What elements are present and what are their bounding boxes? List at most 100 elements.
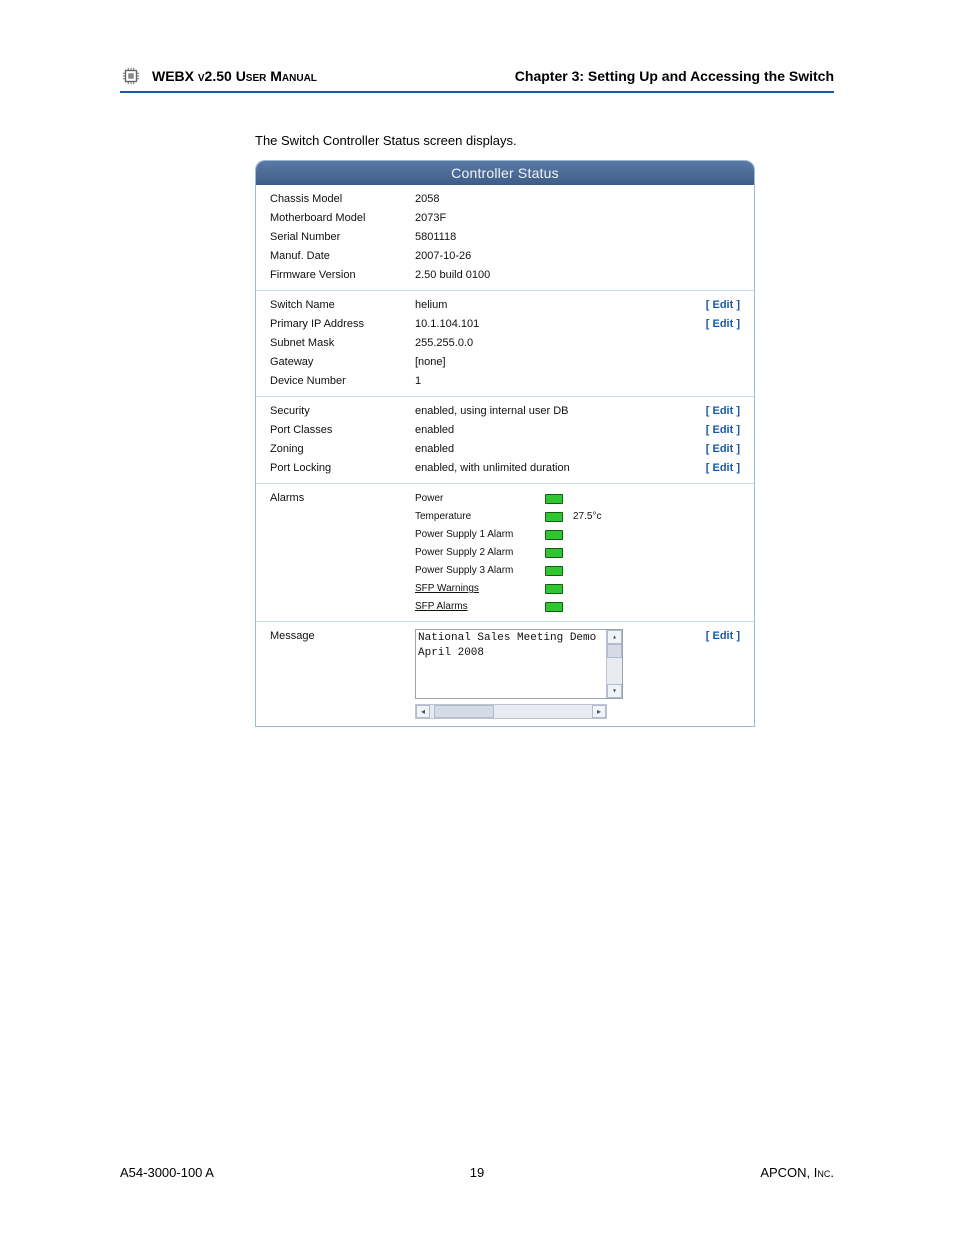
scroll-right-icon[interactable]: ▸ xyxy=(592,705,606,718)
alarm-list: Power Temperature 27.5°c Power Supply 1 Ala… xyxy=(415,491,740,614)
message-horizontal-scrollbar[interactable]: ◂ ▸ xyxy=(415,704,607,719)
section-alarms: Alarms Power Temperature 27.5°c Power Suppl… xyxy=(256,484,754,622)
message-vertical-scrollbar[interactable]: ▴ ▾ xyxy=(606,630,622,698)
edit-link[interactable]: [ Edit ] xyxy=(706,404,740,419)
row-value: 5801118 xyxy=(415,230,740,245)
edit-link[interactable]: [ Edit ] xyxy=(706,317,740,332)
alarms-label: Alarms xyxy=(270,491,415,506)
footer-page-number: 19 xyxy=(470,1165,484,1180)
edit-link[interactable]: [ Edit ] xyxy=(706,461,740,476)
status-row: Port Classesenabled [ Edit ] xyxy=(270,421,740,440)
footer-left: A54-3000-100 A xyxy=(120,1165,214,1180)
status-led-icon xyxy=(545,602,563,612)
controller-status-panel: Controller Status Chassis Model2058Mothe… xyxy=(255,160,755,727)
alarm-name: Power Supply 2 Alarm xyxy=(415,545,545,560)
row-value: 10.1.104.101 xyxy=(415,317,698,332)
page-footer: A54-3000-100 A 19 APCON, Inc. xyxy=(120,1165,834,1180)
alarm-row: SFP Alarms xyxy=(415,599,740,614)
message-textarea[interactable]: National Sales Meeting Demo April 2008 ▴… xyxy=(415,629,623,699)
row-label: Switch Name xyxy=(270,298,415,313)
status-row: Primary IP Address10.1.104.101 [ Edit ] xyxy=(270,315,740,334)
row-label: Device Number xyxy=(270,374,415,389)
row-value: 1 xyxy=(415,374,740,389)
status-row: Switch Namehelium [ Edit ] xyxy=(270,296,740,315)
row-label: Port Classes xyxy=(270,423,415,438)
alarm-name: Temperature xyxy=(415,509,545,524)
status-led-icon xyxy=(545,548,563,558)
row-value: enabled xyxy=(415,442,698,457)
chapter-title: Chapter 3: Setting Up and Accessing the … xyxy=(515,68,834,84)
scroll-up-icon[interactable]: ▴ xyxy=(607,630,622,644)
chip-icon xyxy=(120,65,142,87)
status-led-icon xyxy=(545,566,563,576)
status-row: Gateway[none] xyxy=(270,353,740,372)
row-label: Motherboard Model xyxy=(270,211,415,226)
row-value: enabled, with unlimited duration xyxy=(415,461,698,476)
status-led-icon xyxy=(545,584,563,594)
scroll-down-icon[interactable]: ▾ xyxy=(607,684,622,698)
edit-link[interactable]: [ Edit ] xyxy=(706,442,740,457)
status-led-icon xyxy=(545,494,563,504)
row-label: Port Locking xyxy=(270,461,415,476)
row-value: 2073F xyxy=(415,211,740,226)
alarm-name[interactable]: SFP Warnings xyxy=(415,581,545,596)
status-row: Motherboard Model2073F xyxy=(270,209,740,228)
row-value: 255.255.0.0 xyxy=(415,336,740,351)
row-value: enabled xyxy=(415,423,698,438)
row-label: Serial Number xyxy=(270,230,415,245)
edit-link[interactable]: [ Edit ] xyxy=(706,298,740,313)
message-text: National Sales Meeting Demo April 2008 xyxy=(418,632,596,659)
row-label: Firmware Version xyxy=(270,268,415,283)
status-row: Manuf. Date2007-10-26 xyxy=(270,247,740,266)
row-label: Primary IP Address xyxy=(270,317,415,332)
alarm-name[interactable]: SFP Alarms xyxy=(415,599,545,614)
alarm-extra: 27.5°c xyxy=(573,509,601,524)
alarm-name: Power Supply 1 Alarm xyxy=(415,527,545,542)
scroll-thumb[interactable] xyxy=(607,644,622,658)
panel-title: Controller Status xyxy=(256,161,754,185)
row-value: 2.50 build 0100 xyxy=(415,268,740,283)
section-network: Switch Namehelium[ Edit ]Primary IP Addr… xyxy=(256,291,754,397)
alarm-row: Temperature 27.5°c xyxy=(415,509,740,524)
status-led-icon xyxy=(545,530,563,540)
page-header: WEBX v2.50 User Manual Chapter 3: Settin… xyxy=(120,65,834,93)
edit-link[interactable]: [ Edit ] xyxy=(706,423,740,438)
intro-text: The Switch Controller Status screen disp… xyxy=(255,133,834,148)
status-row: Serial Number5801118 xyxy=(270,228,740,247)
status-row: Chassis Model2058 xyxy=(270,190,740,209)
section-hardware: Chassis Model2058Motherboard Model2073FS… xyxy=(256,185,754,291)
row-label: Subnet Mask xyxy=(270,336,415,351)
alarm-row: Power Supply 1 Alarm xyxy=(415,527,740,542)
alarm-name: Power Supply 3 Alarm xyxy=(415,563,545,578)
section-message: Message National Sales Meeting Demo Apri… xyxy=(256,622,754,726)
row-label: Manuf. Date xyxy=(270,249,415,264)
row-label: Zoning xyxy=(270,442,415,457)
row-value: 2058 xyxy=(415,192,740,207)
row-label: Security xyxy=(270,404,415,419)
status-row: Subnet Mask255.255.0.0 xyxy=(270,334,740,353)
alarm-row: Power Supply 2 Alarm xyxy=(415,545,740,560)
row-value: helium xyxy=(415,298,698,313)
message-label: Message xyxy=(270,629,415,644)
row-value: [none] xyxy=(415,355,740,370)
row-label: Gateway xyxy=(270,355,415,370)
row-value: enabled, using internal user DB xyxy=(415,404,698,419)
status-row: Port Lockingenabled, with unlimited dura… xyxy=(270,459,740,478)
scroll-thumb-h[interactable] xyxy=(434,705,494,718)
manual-title: WEBX v2.50 User Manual xyxy=(152,68,317,84)
edit-link-message[interactable]: [ Edit ] xyxy=(706,629,740,644)
status-led-icon xyxy=(545,512,563,522)
row-label: Chassis Model xyxy=(270,192,415,207)
status-row: Firmware Version2.50 build 0100 xyxy=(270,266,740,285)
status-row: Zoningenabled [ Edit ] xyxy=(270,440,740,459)
alarm-row: Power xyxy=(415,491,740,506)
row-value: 2007-10-26 xyxy=(415,249,740,264)
footer-right: APCON, Inc. xyxy=(760,1165,834,1180)
status-row: Securityenabled, using internal user DB [… xyxy=(270,402,740,421)
alarm-row: Power Supply 3 Alarm xyxy=(415,563,740,578)
scroll-left-icon[interactable]: ◂ xyxy=(416,705,430,718)
alarm-row: SFP Warnings xyxy=(415,581,740,596)
section-features: Securityenabled, using internal user DB [… xyxy=(256,397,754,484)
alarm-name: Power xyxy=(415,491,545,506)
status-row: Device Number1 xyxy=(270,372,740,391)
